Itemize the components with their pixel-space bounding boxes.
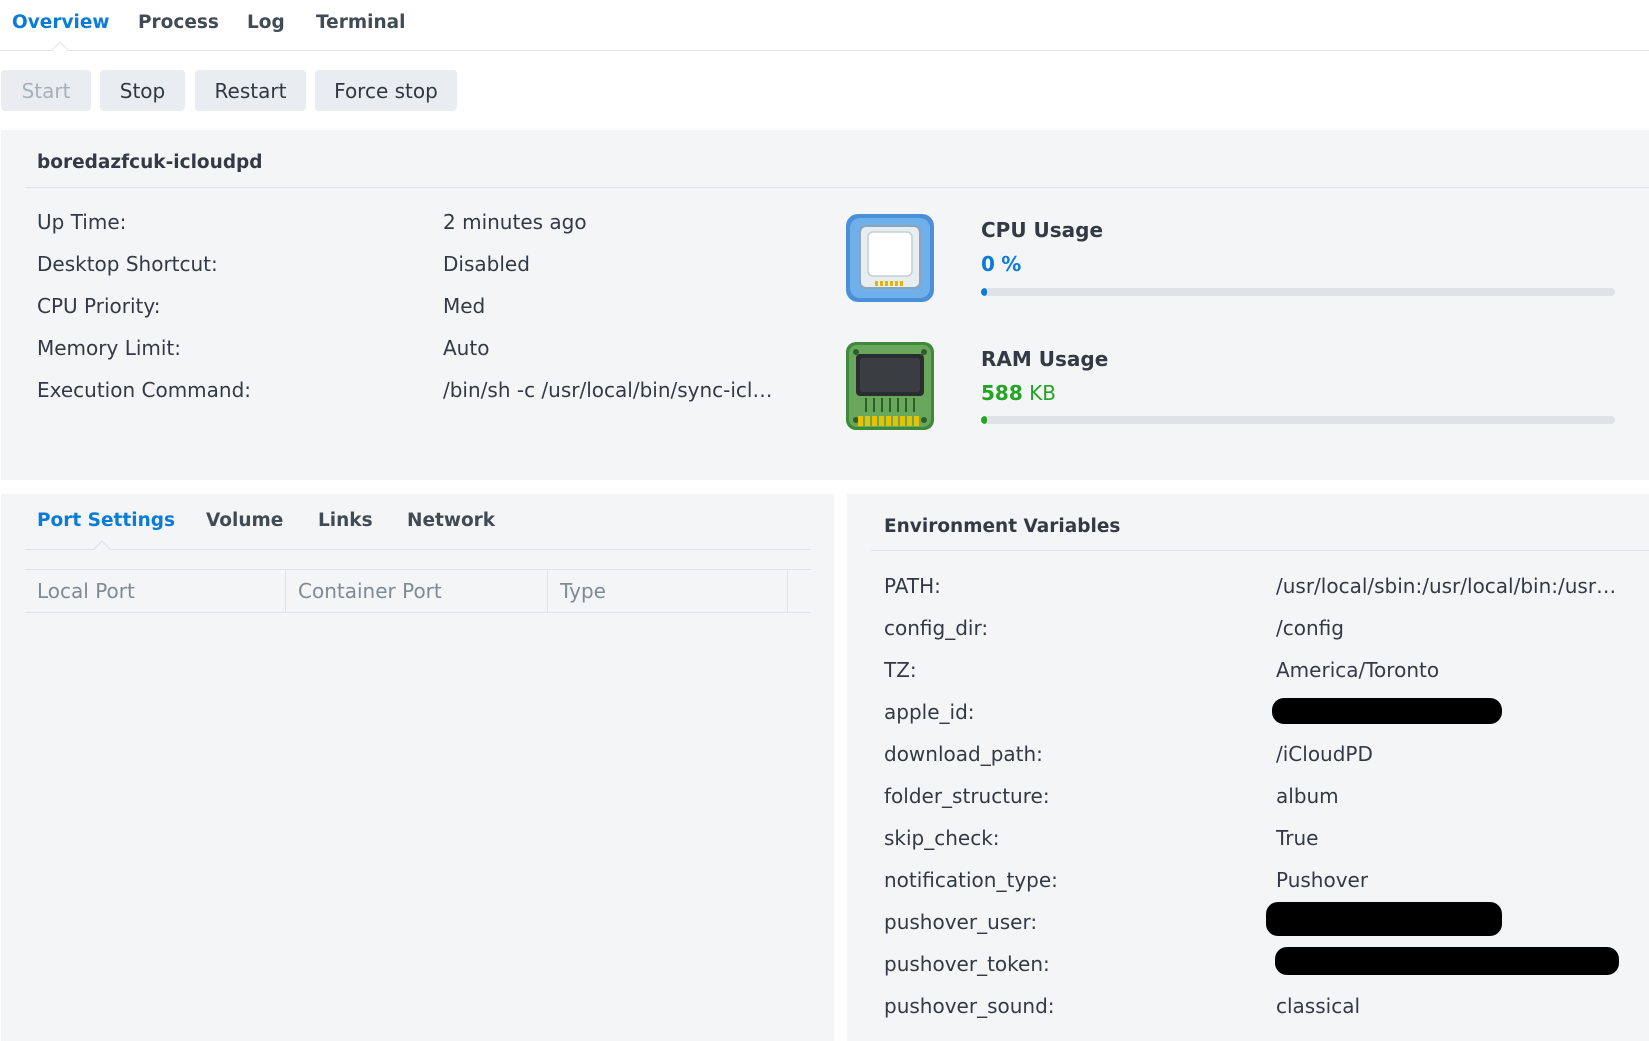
env-name: download_path:: [884, 742, 1043, 766]
tab-overview[interactable]: Overview: [12, 12, 110, 33]
uptime-label: Up Time:: [37, 210, 127, 234]
container-name: boredazfcuk-icloudpd: [37, 152, 263, 173]
env-name: pushover_sound:: [884, 994, 1055, 1018]
table-header-bottom-border: [25, 612, 811, 613]
cpu-usage-bar-fill: [981, 288, 988, 296]
execution-command-label: Execution Command:: [37, 378, 252, 402]
env-value-path: /usr/local/sbin:/usr/local/bin:/usr/sbin…: [1276, 574, 1621, 598]
env-value: classical: [1276, 994, 1361, 1018]
desktop-shortcut-label: Desktop Shortcut:: [37, 252, 218, 276]
tab-network[interactable]: Network: [407, 510, 495, 531]
env-name: PATH:: [884, 574, 941, 598]
redaction-mark: [1266, 902, 1502, 936]
redaction-mark: [1275, 947, 1619, 975]
env-value: True: [1276, 826, 1319, 850]
env-name: pushover_token:: [884, 952, 1050, 976]
ram-usage-bar: [981, 416, 1615, 424]
tab-terminal[interactable]: Terminal: [316, 12, 405, 33]
redaction-mark: [1272, 698, 1502, 724]
stop-button[interactable]: Stop: [100, 70, 185, 111]
env-name: TZ:: [884, 658, 917, 682]
env-name: folder_structure:: [884, 784, 1050, 808]
env-value: /config: [1276, 616, 1344, 640]
cpu-usage-number: 0: [981, 252, 995, 276]
desktop-shortcut-value: Disabled: [443, 252, 530, 276]
overview-panel: boredazfcuk-icloudpd Up Time: 2 minutes …: [1, 130, 1649, 480]
cpu-usage-bar: [981, 288, 1615, 296]
divider: [25, 549, 811, 550]
cpu-chip-icon: [846, 214, 934, 302]
cpu-priority-label: CPU Priority:: [37, 294, 161, 318]
restart-button[interactable]: Restart: [195, 70, 306, 111]
column-separator: [787, 569, 788, 613]
divider: [25, 187, 1649, 188]
column-header-type[interactable]: Type: [548, 569, 788, 613]
memory-limit-label: Memory Limit:: [37, 336, 182, 360]
env-name: notification_type:: [884, 868, 1058, 892]
env-name: apple_id:: [884, 700, 975, 724]
force-stop-button[interactable]: Force stop: [315, 70, 457, 111]
ram-usage-number: 588: [981, 381, 1023, 405]
tab-links[interactable]: Links: [318, 510, 373, 531]
execution-command-value: /bin/sh -c /usr/local/bin/sync-icloud.sh: [443, 378, 778, 402]
env-title: Environment Variables: [884, 516, 1121, 537]
uptime-value: 2 minutes ago: [443, 210, 587, 234]
ram-usage-value: 588 KB: [981, 381, 1056, 405]
tab-log[interactable]: Log: [247, 12, 285, 33]
env-name: skip_check:: [884, 826, 1000, 850]
divider: [871, 550, 1649, 551]
top-tab-bar: Overview Process Log Terminal: [0, 0, 1649, 59]
tab-port-settings[interactable]: Port Settings: [37, 510, 175, 531]
ram-usage-bar-fill: [981, 416, 988, 424]
memory-limit-value: Auto: [443, 336, 490, 360]
env-name: pushover_user:: [884, 910, 1038, 934]
active-tab-indicator: [51, 41, 69, 59]
start-button[interactable]: Start: [1, 70, 91, 111]
cpu-usage-value: 0 %: [981, 252, 1021, 276]
cpu-priority-value: Med: [443, 294, 486, 318]
env-name: config_dir:: [884, 616, 989, 640]
ram-module-icon: [846, 342, 934, 430]
environment-variables-panel: Environment Variables PATH: /usr/local/s…: [847, 494, 1649, 1041]
env-value: Pushover: [1276, 868, 1369, 892]
cpu-usage-title: CPU Usage: [981, 218, 1104, 242]
ram-usage-title: RAM Usage: [981, 347, 1109, 371]
active-subtab-indicator: [93, 540, 111, 558]
tab-process[interactable]: Process: [138, 12, 219, 33]
tab-volume[interactable]: Volume: [206, 510, 283, 531]
env-value: album: [1276, 784, 1339, 808]
cpu-usage-unit: %: [1001, 252, 1022, 276]
ram-usage-unit: KB: [1029, 381, 1056, 405]
column-header-container-port[interactable]: Container Port: [286, 569, 548, 613]
env-value: America/Toronto: [1276, 658, 1440, 682]
column-header-local-port[interactable]: Local Port: [25, 569, 286, 613]
env-value: /iCloudPD: [1276, 742, 1373, 766]
